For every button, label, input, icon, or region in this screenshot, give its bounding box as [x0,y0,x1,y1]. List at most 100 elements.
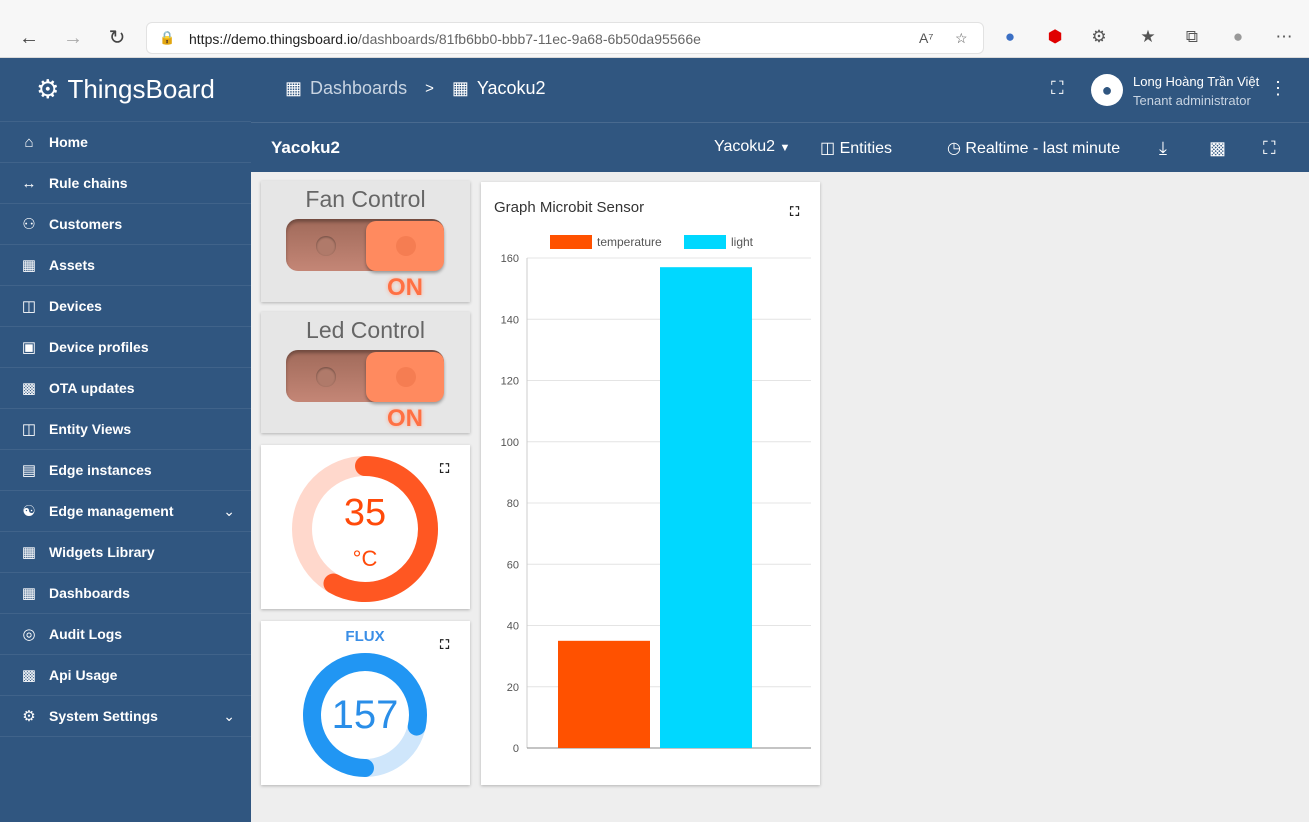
y-tick-label: 140 [501,314,519,326]
temperature-gauge: 35 °C [292,456,438,602]
y-tick-label: 160 [501,253,519,265]
sidebar-item-audit-logs[interactable]: ◎ Audit Logs [0,614,251,655]
user-menu-icon[interactable]: ⋮ [1269,78,1287,99]
toggle-knob[interactable] [366,221,444,271]
entities-button[interactable]: ◫ Entities [820,138,892,158]
read-aloud-icon[interactable]: A⁷ [919,30,933,46]
toggle-knob-dot [396,367,416,387]
user-role: Tenant administrator [1133,93,1251,108]
chevron-down-icon[interactable]: ⌄ [223,708,235,725]
address-bar[interactable]: 🔒 https://demo.thingsboard.io/dashboards… [146,22,984,54]
y-tick-label: 60 [507,559,519,571]
state-select[interactable]: Yacoku2 ▼ [714,138,790,156]
sidebar-item-label: Dashboards [49,585,130,601]
lock-icon: 🔒 [159,30,176,45]
api-usage-icon: ▩ [21,667,37,684]
dashboards-icon: ▦ [285,78,303,98]
fan-state: ON [387,274,423,301]
forward-icon[interactable]: → [59,26,87,50]
url-text: https://demo.thingsboard.io/dashboards/8… [189,31,701,47]
sidebar-item-system-settings[interactable]: ⚙ System Settings ⌄ [0,696,251,737]
state-select-value: Yacoku2 [714,138,776,155]
y-tick-label: 20 [507,682,519,694]
collections-icon[interactable]: ⧉ [1180,27,1204,47]
breadcrumb-separator: > [425,80,434,97]
extension-icon[interactable]: ● [998,27,1022,47]
bar-temperature [558,640,650,748]
sidebar-item-customers[interactable]: ⚇ Customers [0,204,251,245]
breadcrumb-dashboards[interactable]: Dashboards [310,78,407,99]
sidebar-item-edge-management[interactable]: ☯ Edge management ⌄ [0,491,251,532]
flux-label: FLUX [345,628,384,645]
sidebar-item-label: Api Usage [49,667,118,683]
sidebar-item-label: Audit Logs [49,626,123,642]
sidebar-item-widgets-library[interactable]: ▦ Widgets Library [0,532,251,573]
sidebar-item-home[interactable]: ⌂ Home [0,122,251,163]
legend-swatch-temperature [550,235,592,249]
customers-icon: ⚇ [22,216,36,233]
back-icon[interactable]: ← [15,26,43,50]
home-icon: ⌂ [24,133,34,151]
sidebar-item-device-profiles[interactable]: ▣ Device profiles [0,327,251,368]
widgets-icon: ▦ [21,544,37,561]
led-toggle[interactable] [286,350,444,402]
logo[interactable]: ⚙ ThingsBoard [0,58,251,122]
edge-icon: ▤ [21,462,37,479]
dashboards-icon: ▦ [21,585,37,602]
sidebar-item-label: Devices [49,298,102,314]
bar-light [660,267,752,748]
sidebar-item-edge-instances[interactable]: ▤ Edge instances [0,450,251,491]
breadcrumb: ▦ Dashboards > ▦ Yacoku2 [285,78,546,99]
app-header: ▦ Dashboards > ▦ Yacoku2 ⛶ ● Long Hoàng … [251,58,1309,122]
adblock-icon[interactable]: ⬢ [1043,27,1067,47]
sidebar-item-assets[interactable]: ▦ Assets [0,245,251,286]
sidebar-item-label: Device profiles [49,339,149,355]
toggle-knob[interactable] [366,352,444,402]
sidebar-item-rule-chains[interactable]: ↔ Rule chains [0,163,251,204]
chart-title: Graph Microbit Sensor [494,199,645,216]
dropdown-arrow-icon: ▼ [779,142,791,154]
y-tick-label: 100 [501,437,519,449]
timewindow-label: Realtime - last minute [965,140,1121,157]
favorite-add-icon[interactable]: ☆ [955,30,968,47]
y-tick-label: 0 [513,743,519,755]
fan-toggle[interactable] [286,219,444,271]
toggle-knob-dot [396,236,416,256]
sidebar-item-api-usage[interactable]: ▩ Api Usage [0,655,251,696]
sidebar-item-dashboards[interactable]: ▦ Dashboards [0,573,251,614]
more-icon[interactable]: ⋯ [1272,27,1296,47]
audit-icon: ◎ [22,626,36,643]
devices-icon: ◫ [21,298,37,315]
sidebar-item-ota-updates[interactable]: ▩ OTA updates [0,368,251,409]
legend-label-light: light [731,235,754,249]
sidebar-item-label: Customers [49,216,123,232]
temperature-unit: °C [353,546,378,571]
download-icon[interactable]: ⤓ [1159,138,1167,159]
toggle-track-dot [316,236,336,256]
settings-icon: ⚙ [22,708,36,725]
sidebar-item-label: Entity Views [49,421,132,437]
chevron-down-icon[interactable]: ⌄ [223,503,235,520]
browser-toolbar: ← → ↻ 🔒 https://demo.thingsboard.io/dash… [0,0,1309,58]
fullscreen-icon[interactable]: ⛶ [1263,138,1276,159]
fullscreen-icon[interactable]: ⛶ [1051,78,1064,99]
export-image-icon[interactable]: ▩ [1209,138,1226,159]
sidebar-item-entity-views[interactable]: ◫ Entity Views [0,409,251,450]
avatar[interactable]: ● [1091,74,1123,106]
sidebar-item-label: Edge management [49,503,174,519]
extensions-icon[interactable]: ⚙ [1087,27,1111,47]
edge-management-icon: ☯ [22,503,36,520]
favorites-icon[interactable]: ★ [1136,27,1160,47]
fullscreen-icon[interactable]: ⛶ [790,204,799,220]
reload-icon[interactable]: ↻ [103,26,131,50]
user-name: Long Hoàng Trần Việt [1133,74,1260,89]
entities-icon: ◫ [820,140,836,157]
thingsboard-logo-icon: ⚙ [36,74,60,104]
timewindow-button[interactable]: ◷ Realtime - last minute [947,138,1120,158]
profile-icon[interactable]: ● [1226,27,1250,47]
y-tick-label: 40 [507,621,519,633]
led-control-title: Led Control [306,317,425,343]
assets-icon: ▦ [21,257,37,274]
sidebar-item-devices[interactable]: ◫ Devices [0,286,251,327]
temperature-value: 35 [344,492,386,534]
